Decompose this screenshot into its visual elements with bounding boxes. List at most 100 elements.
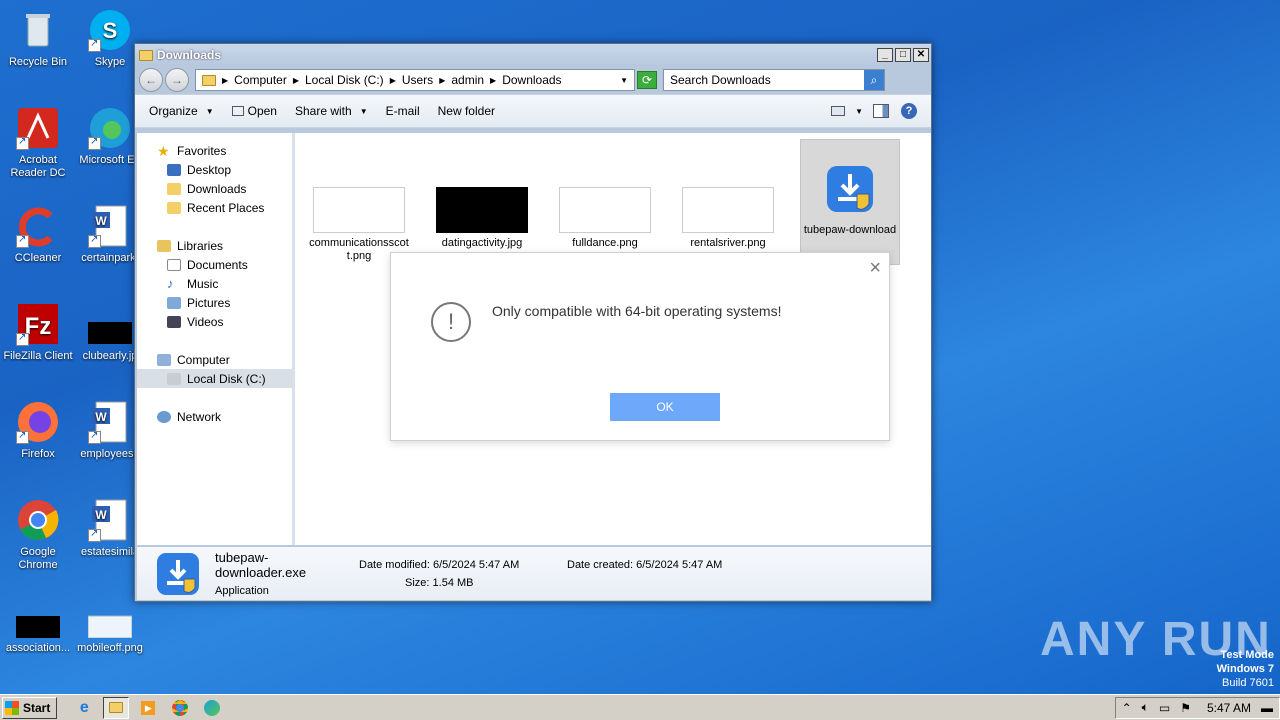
detail-size: 1.54 MB [432, 576, 474, 589]
system-tray: ⌃ 🔈︎ ▭ ⚑ 5:47 AM ▬ [1114, 696, 1280, 719]
local-disk-icon [167, 372, 181, 385]
file-name: fulldance.png [572, 237, 638, 249]
chevron-right-icon: ▶ [389, 75, 396, 85]
dialog-message: Only compatible with 64-bit operating sy… [492, 303, 782, 319]
title-bar[interactable]: Downloads _ □ ✕ [135, 44, 931, 66]
minimize-button[interactable]: _ [877, 48, 893, 62]
music-icon: ♪ [167, 275, 174, 291]
breadcrumb-admin[interactable]: admin [451, 73, 484, 87]
error-dialog: × ! Only compatible with 64-bit operatin… [390, 252, 890, 441]
nav-item-network[interactable]: Network [137, 407, 292, 426]
desktop-icon-recycle-bin[interactable]: Recycle Bin [0, 8, 76, 69]
open-icon [231, 106, 244, 116]
email-label: E-mail [385, 104, 420, 118]
search-input[interactable]: Search Downloads ⌕ [663, 69, 885, 91]
forward-button[interactable]: → [165, 68, 189, 92]
chevron-down-icon[interactable]: ▼ [855, 107, 863, 116]
nav-item-documents[interactable]: Documents [137, 255, 292, 274]
help-icon[interactable]: ? [901, 103, 917, 119]
address-bar[interactable]: ▶ Computer ▶ Local Disk (C:) ▶ Users ▶ a… [195, 69, 635, 91]
maximize-button[interactable]: □ [895, 48, 911, 62]
window-title: Downloads [157, 48, 222, 62]
breadcrumb-computer[interactable]: Computer [234, 73, 287, 87]
recent-places-icon [167, 201, 181, 214]
change-view-icon[interactable] [831, 106, 846, 116]
file-item[interactable]: rentalsriver.png [678, 187, 778, 250]
nav-item-computer[interactable]: Computer [137, 350, 292, 369]
chevron-down-icon[interactable]: ▼ [620, 76, 628, 85]
desktop-icon-filezilla[interactable]: Fz FileZilla Client [0, 302, 76, 363]
show-hidden-icons-icon[interactable]: ⌃ [1122, 701, 1132, 715]
nav-label: Computer [177, 352, 230, 367]
network-status-icon[interactable]: ▭ [1159, 701, 1170, 715]
nav-item-pictures[interactable]: Pictures [137, 293, 292, 312]
detail-date-created-label: Date created: [567, 559, 634, 571]
desktop-icon-image-file[interactable]: association... [0, 604, 76, 655]
file-thumbnail-icon [313, 187, 405, 233]
open-button[interactable]: Open [231, 104, 277, 118]
desktop-icon-acrobat[interactable]: Acrobat Reader DC [0, 106, 76, 180]
nav-item-favorites[interactable]: ★ Favorites [137, 141, 292, 160]
installer-download-icon [825, 164, 875, 214]
ccleaner-icon [16, 204, 60, 248]
nav-item-recent-places[interactable]: Recent Places [137, 198, 292, 217]
nav-label: Documents [187, 257, 248, 272]
file-item[interactable]: datingactivity.jpg [432, 187, 532, 250]
taskbar-internet-explorer[interactable]: e [71, 697, 97, 719]
nav-item-libraries[interactable]: Libraries [137, 236, 292, 255]
desktop-icon-chrome[interactable]: Google Chrome [0, 498, 76, 572]
taskbar-edge[interactable] [199, 697, 225, 719]
command-bar: Organize ▼ Open Share with ▼ E-mail New fo… [135, 94, 931, 128]
preview-pane-icon[interactable] [873, 104, 889, 118]
volume-icon[interactable]: 🔈︎ [1142, 700, 1149, 715]
nav-item-downloads[interactable]: Downloads [137, 179, 292, 198]
address-row: ← → ▶ Computer ▶ Local Disk (C:) ▶ Users… [135, 66, 931, 94]
taskbar-chrome[interactable] [167, 697, 193, 719]
details-pane: tubepaw-downloader.exe Application Date … [137, 547, 931, 600]
clock[interactable]: 5:47 AM [1207, 701, 1251, 715]
image-file-icon [87, 604, 133, 639]
desktop-icon-ccleaner[interactable]: CCleaner [0, 204, 76, 265]
start-button[interactable]: Start [2, 696, 58, 719]
email-button[interactable]: E-mail [386, 104, 420, 118]
svg-text:W: W [95, 508, 107, 522]
taskbar-explorer[interactable] [103, 696, 130, 719]
share-with-button[interactable]: Share with ▼ [295, 104, 368, 118]
desktop-icon-image-file[interactable]: mobileoff.png [72, 604, 148, 655]
organize-button[interactable]: Organize ▼ [149, 104, 214, 118]
nav-label: Desktop [187, 162, 232, 177]
breadcrumb-users[interactable]: Users [402, 73, 433, 87]
back-button[interactable]: ← [139, 68, 163, 92]
file-item[interactable]: fulldance.png [555, 187, 655, 250]
desktop-icon-firefox[interactable]: Firefox [0, 400, 76, 461]
taskbar-media-player[interactable]: ▶ [135, 697, 161, 719]
nav-item-local-disk[interactable]: Local Disk (C:) [137, 369, 292, 388]
word-document-icon: W [88, 204, 132, 248]
file-name: rentalsriver.png [690, 237, 766, 249]
skype-icon: S [88, 8, 132, 52]
refresh-button[interactable]: ⟳ [637, 71, 657, 89]
downloads-folder-icon [167, 182, 181, 195]
dialog-close-icon[interactable]: × [869, 257, 881, 280]
nav-item-desktop[interactable]: Desktop [137, 160, 292, 179]
organize-label: Organize [149, 104, 198, 118]
search-icon[interactable]: ⌕ [864, 70, 884, 90]
action-center-flag-icon[interactable]: ⚑ [1180, 701, 1191, 715]
file-thumbnail-icon [436, 187, 528, 233]
libraries-icon [157, 239, 171, 252]
breadcrumb-downloads[interactable]: Downloads [502, 73, 561, 87]
file-item-selected[interactable]: tubepaw-download [800, 139, 900, 265]
ok-button[interactable]: OK [610, 393, 720, 421]
new-folder-button[interactable]: New folder [438, 104, 495, 118]
open-label: Open [247, 104, 277, 118]
breadcrumb-local-disk[interactable]: Local Disk (C:) [305, 73, 384, 87]
nav-item-music[interactable]: ♪ Music [137, 274, 292, 293]
nav-item-videos[interactable]: Videos [137, 312, 292, 331]
chevron-down-icon: ▼ [205, 106, 214, 116]
close-button[interactable]: ✕ [913, 48, 929, 62]
show-desktop-icon[interactable]: ▬ [1261, 701, 1273, 715]
detail-date-created: 6/5/2024 5:47 AM [636, 559, 723, 571]
desktop-icon-label: Firefox [21, 448, 55, 460]
desktop-icon-label: Recycle Bin [8, 56, 68, 68]
nav-label: Network [177, 409, 222, 424]
